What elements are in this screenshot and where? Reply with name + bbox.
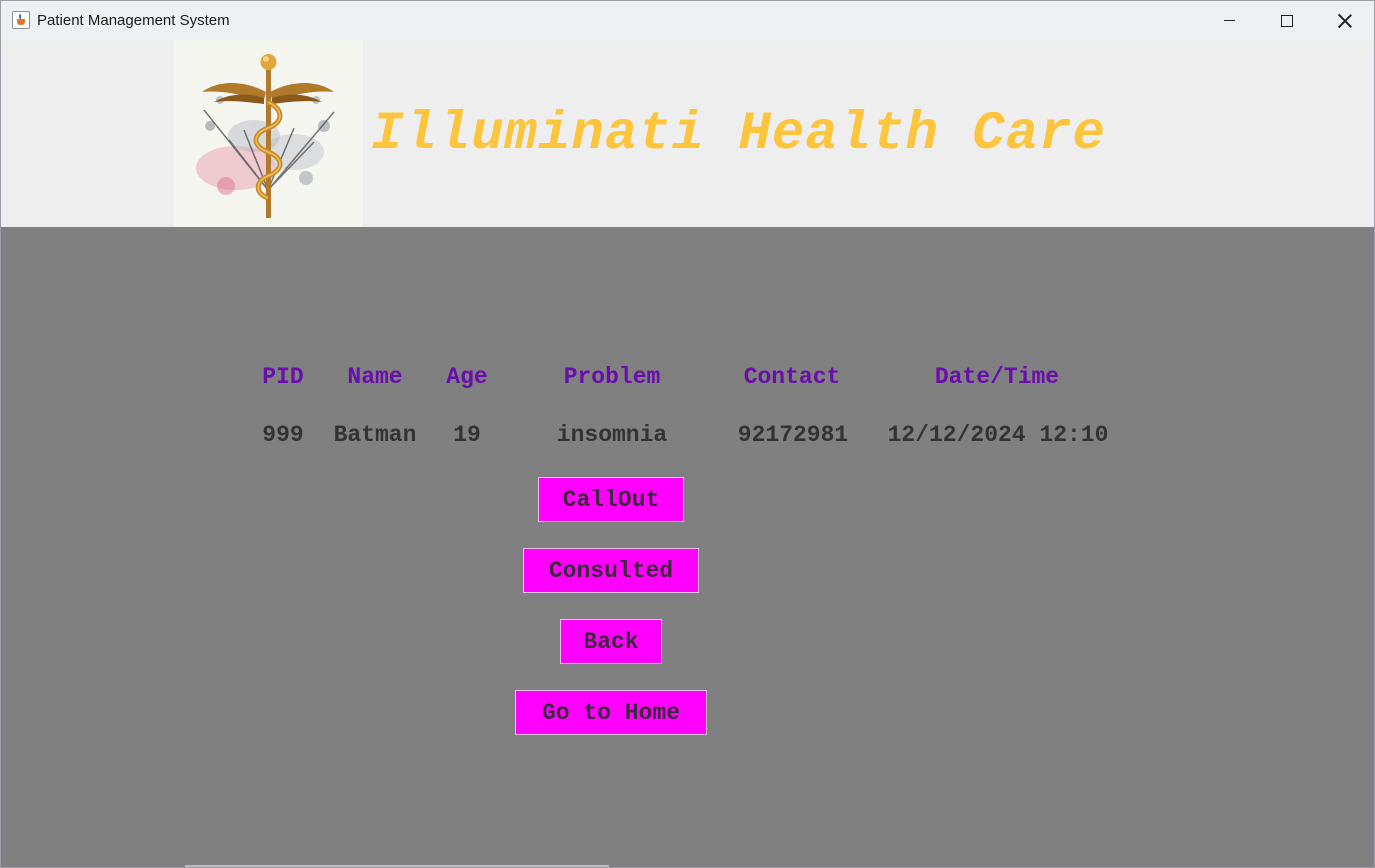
maximize-icon <box>1281 14 1293 27</box>
callout-button[interactable]: CallOut <box>538 477 684 522</box>
title-bar[interactable]: Patient Management System <box>1 1 1374 40</box>
caduceus-logo <box>174 40 363 227</box>
column-header-pid: PID <box>262 364 304 390</box>
patient-name: Batman <box>333 422 417 448</box>
close-button[interactable] <box>1316 1 1374 40</box>
patient-datetime: 12/12/2024 12:10 <box>887 422 1109 448</box>
patient-contact: 92172981 <box>737 422 849 448</box>
window-title: Patient Management System <box>37 12 230 29</box>
maximize-button[interactable] <box>1258 1 1316 40</box>
patient-problem: insomnia <box>556 422 668 448</box>
patient-age: 19 <box>453 422 481 448</box>
go-to-home-button[interactable]: Go to Home <box>515 690 707 735</box>
column-header-problem: Problem <box>563 364 661 390</box>
back-button[interactable]: Back <box>560 619 662 664</box>
column-header-datetime: Date/Time <box>934 364 1060 390</box>
minimize-icon <box>1223 20 1235 21</box>
patient-pid: 999 <box>262 422 304 448</box>
java-cup-icon <box>12 11 30 29</box>
patient-details-panel: PID Name Age Problem Contact Date/Time 9… <box>1 227 1374 867</box>
column-header-name: Name <box>347 364 403 390</box>
column-header-contact: Contact <box>743 364 841 390</box>
close-icon <box>1338 14 1352 28</box>
header-banner: Illuminati Health Care <box>1 40 1374 227</box>
minimize-button[interactable] <box>1200 1 1258 40</box>
app-window: Patient Management System Illuminati Hea… <box>0 0 1375 868</box>
column-header-age: Age <box>446 364 488 390</box>
brand-title: Illuminati Health Care <box>371 104 1106 165</box>
consulted-button[interactable]: Consulted <box>523 548 699 593</box>
